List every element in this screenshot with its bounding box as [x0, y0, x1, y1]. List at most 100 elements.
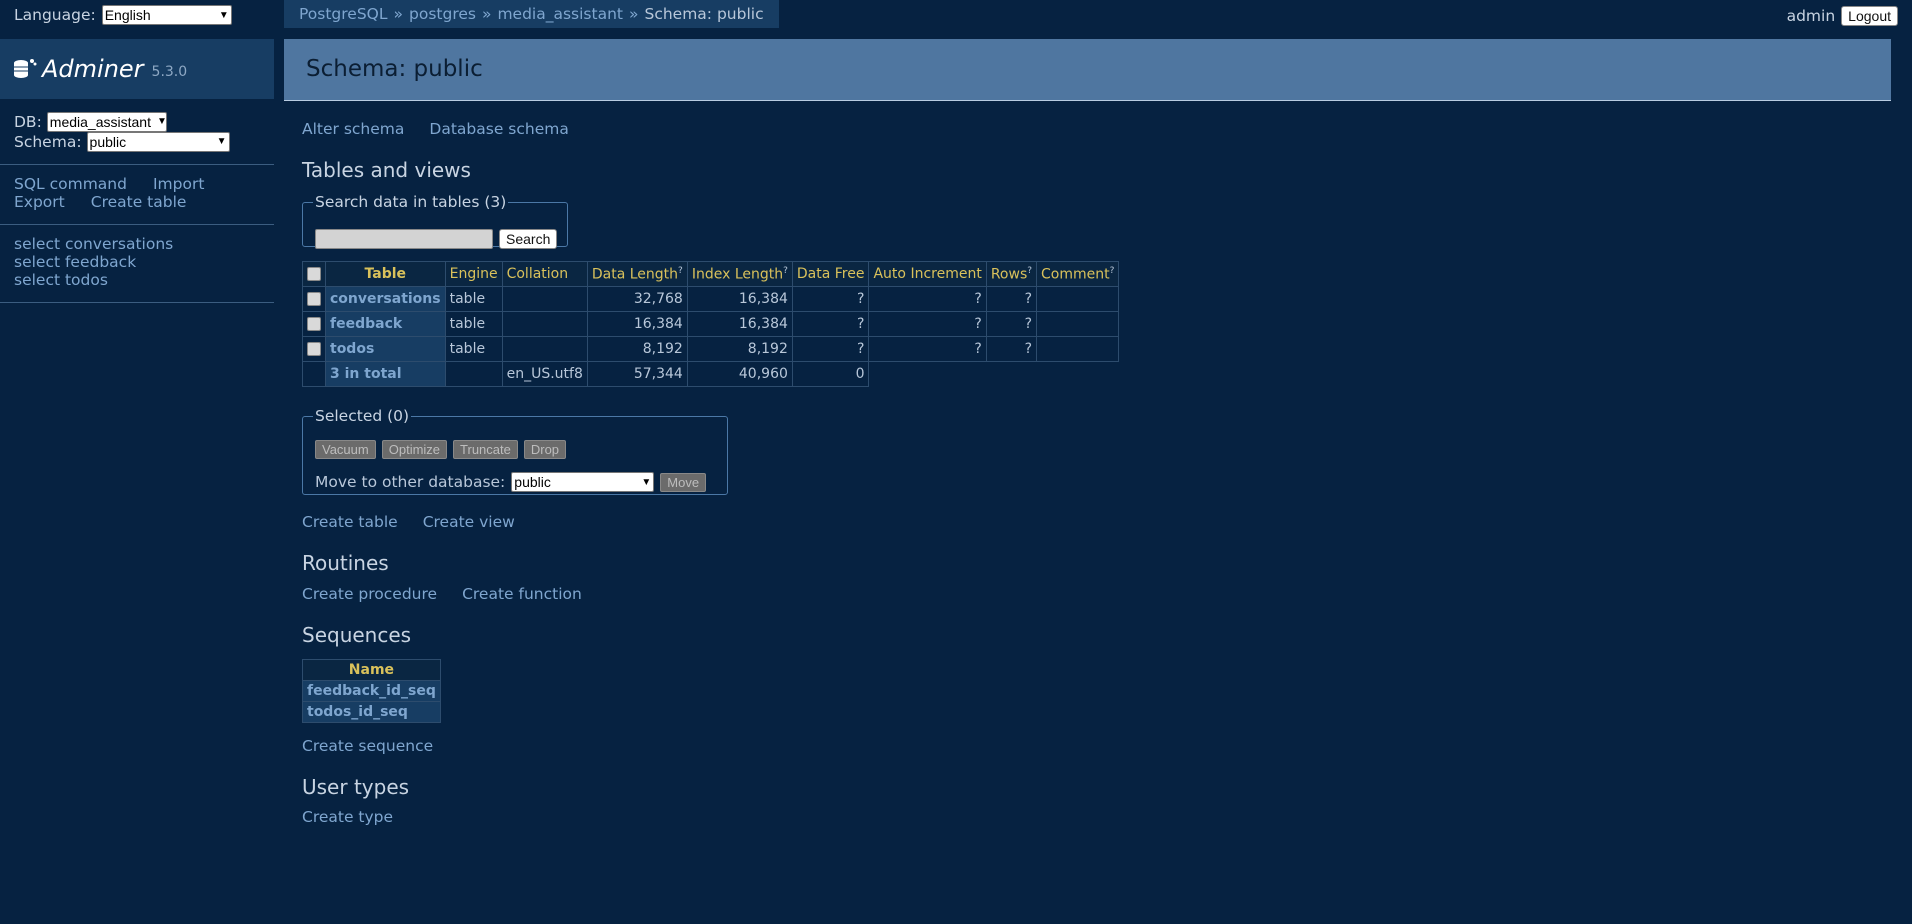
- cell-data-length[interactable]: 16,384: [586, 311, 688, 337]
- col-auto-increment: Auto Increment: [868, 261, 987, 287]
- db-schema-selector: DB: media_assistant ▼ Schema: public ▼: [14, 112, 230, 152]
- drop-button[interactable]: Drop: [523, 440, 567, 459]
- sequence-actions: Create sequence: [302, 737, 433, 755]
- language-select[interactable]: English ▼: [101, 5, 232, 25]
- breadcrumb: PostgreSQL » postgres » media_assistant …: [284, 0, 779, 28]
- db-select[interactable]: media_assistant ▼: [46, 112, 167, 132]
- create-procedure-link[interactable]: Create procedure: [302, 585, 437, 603]
- table-name-link[interactable]: todos: [325, 336, 446, 362]
- user-area: admin Logout: [1787, 6, 1898, 26]
- truncate-button[interactable]: Truncate: [453, 440, 518, 459]
- cell-data-length[interactable]: 32,768: [586, 286, 688, 312]
- table-name-link[interactable]: conversations: [325, 286, 446, 312]
- row-checkbox[interactable]: [307, 342, 321, 356]
- cell-data-free: ?: [791, 286, 870, 312]
- schema-links: Alter schema Database schema: [302, 120, 569, 138]
- help-icon[interactable]: ?: [1110, 266, 1115, 276]
- col-index-length: Index Length?: [686, 261, 793, 287]
- breadcrumb-server[interactable]: postgres: [409, 5, 476, 23]
- vacuum-button[interactable]: Vacuum: [315, 440, 376, 459]
- sql-command-link[interactable]: SQL command: [14, 175, 127, 193]
- logo-bar: Adminer 5.3.0: [0, 39, 274, 99]
- col-seq-name: Name: [302, 659, 441, 681]
- routine-actions: Create procedure Create function: [302, 585, 582, 603]
- sequence-link[interactable]: todos_id_seq: [302, 701, 441, 723]
- cell-data-length[interactable]: 8,192: [586, 336, 688, 362]
- total-data-length: 57,344: [586, 361, 688, 387]
- create-table-link[interactable]: Create table: [302, 513, 398, 531]
- chevron-down-icon: ▼: [216, 136, 227, 147]
- sidebar-item-feedback[interactable]: select feedback: [14, 253, 136, 271]
- import-link[interactable]: Import: [153, 175, 204, 193]
- schema-select[interactable]: public ▼: [86, 132, 230, 152]
- chevron-down-icon: ▼: [641, 476, 652, 488]
- search-button[interactable]: Search: [499, 229, 558, 249]
- breadcrumb-driver[interactable]: PostgreSQL: [299, 5, 388, 23]
- col-data-free: Data Free: [791, 261, 870, 287]
- cell-index-length[interactable]: 8,192: [686, 336, 793, 362]
- username: admin: [1786, 7, 1836, 25]
- col-comment: Comment?: [1036, 261, 1120, 287]
- create-view-link[interactable]: Create view: [423, 513, 515, 531]
- help-icon[interactable]: ?: [783, 266, 788, 276]
- total-index-length: 40,960: [686, 361, 793, 387]
- help-icon[interactable]: ?: [678, 266, 683, 276]
- search-legend: Search data in tables (3): [315, 193, 507, 211]
- col-collation: Collation: [501, 261, 588, 287]
- sequence-link[interactable]: feedback_id_seq: [302, 680, 441, 702]
- language-selector: Language: English ▼: [14, 5, 232, 25]
- app-name[interactable]: Adminer: [42, 55, 144, 83]
- language-label: Language:: [14, 6, 96, 24]
- export-link[interactable]: Export: [14, 193, 65, 211]
- cell-index-length[interactable]: 16,384: [686, 286, 793, 312]
- optimize-button[interactable]: Optimize: [381, 440, 448, 459]
- cell-comment: [1036, 336, 1120, 362]
- cell-index-length[interactable]: 16,384: [686, 311, 793, 337]
- user-types-heading: User types: [302, 775, 410, 799]
- col-data-length: Data Length?: [586, 261, 688, 287]
- cell-collation: [501, 336, 588, 362]
- tables-heading: Tables and views: [302, 158, 471, 182]
- cell-rows[interactable]: ?: [985, 311, 1038, 337]
- create-function-link[interactable]: Create function: [462, 585, 582, 603]
- breadcrumb-database[interactable]: media_assistant: [497, 5, 623, 23]
- sidebar-table-list: select conversations select feedback sel…: [14, 235, 173, 289]
- col-engine: Engine: [444, 261, 503, 287]
- cell-data-free: ?: [791, 311, 870, 337]
- user-type-actions: Create type: [302, 808, 393, 826]
- table-row: feedback_id_seq: [302, 680, 441, 702]
- cell-engine: table: [444, 311, 503, 337]
- cell-comment: [1036, 311, 1120, 337]
- create-sequence-link[interactable]: Create sequence: [302, 737, 433, 755]
- cell-collation: [501, 311, 588, 337]
- table-name-link[interactable]: feedback: [325, 311, 446, 337]
- tables-table: Table Engine Collation Data Length? Inde…: [302, 261, 1120, 387]
- cell-rows[interactable]: ?: [985, 336, 1038, 362]
- alter-schema-link[interactable]: Alter schema: [302, 120, 404, 138]
- database-schema-link[interactable]: Database schema: [429, 120, 568, 138]
- row-checkbox[interactable]: [307, 317, 321, 331]
- table-row: todos_id_seq: [302, 701, 441, 723]
- search-input[interactable]: [315, 229, 493, 249]
- cell-collation: [501, 286, 588, 312]
- create-type-link[interactable]: Create type: [302, 808, 393, 826]
- cell-auto-increment: ?: [868, 286, 987, 312]
- row-checkbox[interactable]: [307, 292, 321, 306]
- move-button[interactable]: Move: [660, 472, 707, 492]
- page-header: Schema: public: [284, 39, 1891, 101]
- table-row: todos table 8,192 8,192 ? ? ?: [302, 336, 1120, 362]
- chevron-down-icon: ▼: [156, 116, 167, 127]
- cell-auto-increment: ?: [868, 336, 987, 362]
- search-fieldset: Search data in tables (3) Search: [302, 193, 568, 249]
- logout-button[interactable]: Logout: [1841, 6, 1898, 26]
- select-all-checkbox[interactable]: [307, 267, 321, 281]
- sidebar-divider: [0, 302, 274, 303]
- sidebar-item-todos[interactable]: select todos: [14, 271, 108, 289]
- db-label: DB:: [14, 113, 42, 131]
- create-table-link[interactable]: Create table: [91, 193, 187, 211]
- cell-rows[interactable]: ?: [985, 286, 1038, 312]
- sidebar-item-conversations[interactable]: select conversations: [14, 235, 173, 253]
- help-icon[interactable]: ?: [1027, 266, 1032, 276]
- move-database-select[interactable]: public ▼: [511, 472, 655, 492]
- total-collation: en_US.utf8: [501, 361, 588, 387]
